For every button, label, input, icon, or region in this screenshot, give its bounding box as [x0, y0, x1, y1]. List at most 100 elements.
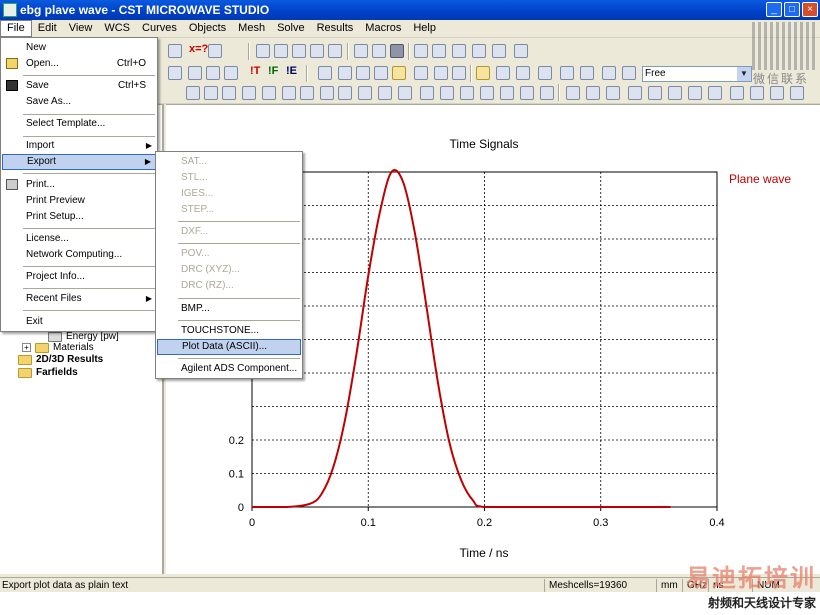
loft-icon[interactable]	[338, 86, 352, 100]
port-delete-icon[interactable]	[606, 86, 620, 100]
tree-item-2d3d-results[interactable]: 2D/3D Results	[18, 353, 103, 366]
menu-item-save[interactable]: Save Ctrl+S	[2, 78, 156, 94]
menu-item-export[interactable]: Export ▶	[2, 154, 156, 170]
pick-icon[interactable]	[168, 44, 182, 58]
curve-icon[interactable]	[354, 44, 368, 58]
menu-view[interactable]: View	[63, 20, 99, 37]
pick-point-icon[interactable]	[628, 86, 642, 100]
chamfer-icon[interactable]	[398, 86, 412, 100]
shell-icon[interactable]	[500, 86, 514, 100]
grid-icon[interactable]	[496, 66, 510, 80]
port-edit-icon[interactable]	[586, 86, 600, 100]
align-icon[interactable]	[452, 44, 466, 58]
pick-mid-icon[interactable]	[750, 86, 764, 100]
mode-select[interactable]: Free ▼	[642, 66, 752, 82]
face-icon[interactable]	[520, 86, 534, 100]
pick-center-icon[interactable]	[648, 86, 662, 100]
edge-icon[interactable]	[540, 86, 554, 100]
pick-list-icon[interactable]	[730, 86, 744, 100]
time-solver-button[interactable]: !T	[250, 65, 260, 77]
copy-icon[interactable]	[472, 44, 486, 58]
boolean-intersect-icon[interactable]	[460, 86, 474, 100]
pick-face-icon[interactable]	[688, 86, 702, 100]
export-item-plot-data-ascii[interactable]: Plot Data (ASCII)...	[157, 339, 301, 355]
glasses-icon[interactable]	[452, 66, 466, 80]
maximize-button[interactable]: □	[784, 2, 800, 17]
menu-item-import[interactable]: Import ▶	[2, 138, 156, 154]
pyramid-icon[interactable]	[262, 86, 276, 100]
boolean-add-icon[interactable]	[420, 86, 434, 100]
expand-icon[interactable]: +	[22, 343, 31, 352]
sweep-icon[interactable]	[168, 66, 182, 80]
paste-icon[interactable]	[492, 44, 506, 58]
title-bar[interactable]: ebg plave wave - CST MICROWAVE STUDIO _ …	[0, 0, 820, 20]
boolean-subtract-icon[interactable]	[440, 86, 454, 100]
pick-face-center-icon[interactable]	[790, 86, 804, 100]
monitor-icon[interactable]	[188, 66, 202, 80]
rectangle-icon[interactable]	[390, 44, 404, 58]
search-icon[interactable]	[434, 66, 448, 80]
circle-icon[interactable]	[292, 44, 306, 58]
calculator-button[interactable]: x=?	[189, 43, 208, 55]
minimize-button[interactable]: _	[766, 2, 782, 17]
eigenmode-solver-button[interactable]: !E	[286, 65, 297, 77]
menu-help[interactable]: Help	[407, 20, 442, 37]
menu-item-new[interactable]: New	[2, 40, 156, 56]
pick-circle-icon[interactable]	[770, 86, 784, 100]
menu-item-print[interactable]: Print...	[2, 177, 156, 193]
table-icon[interactable]	[224, 66, 238, 80]
torus-icon[interactable]	[282, 86, 296, 100]
menu-wcs[interactable]: WCS	[98, 20, 136, 37]
export-item-touchstone[interactable]: TOUCHSTONE...	[157, 323, 301, 339]
menu-item-print-setup[interactable]: Print Setup...	[2, 209, 156, 225]
frequency-solver-button[interactable]: !F	[268, 65, 278, 77]
menu-item-recent-files[interactable]: Recent Files ▶	[2, 291, 156, 307]
view-icon[interactable]	[538, 66, 552, 80]
transform-icon[interactable]	[318, 66, 332, 80]
cylinder-icon[interactable]	[222, 86, 236, 100]
arc-icon[interactable]	[328, 44, 342, 58]
zoom-icon[interactable]	[414, 66, 428, 80]
axes-icon[interactable]	[476, 66, 490, 80]
undo-icon[interactable]	[602, 66, 616, 80]
menu-item-save-as[interactable]: Save As...	[2, 94, 156, 110]
cut-plane-icon[interactable]	[560, 66, 574, 80]
export-item-bmp[interactable]: BMP...	[157, 301, 301, 317]
menu-item-license[interactable]: License...	[2, 231, 156, 247]
menu-item-open[interactable]: Open... Ctrl+O	[2, 56, 156, 72]
menu-objects[interactable]: Objects	[183, 20, 232, 37]
menu-macros[interactable]: Macros	[359, 20, 407, 37]
chevron-down-icon[interactable]: ▼	[737, 67, 751, 81]
menu-item-project-info[interactable]: Project Info...	[2, 269, 156, 285]
menu-results[interactable]: Results	[311, 20, 360, 37]
move-icon[interactable]	[356, 66, 370, 80]
export-item-agilent-ads[interactable]: Agilent ADS Component...	[157, 361, 301, 377]
measure-icon[interactable]	[208, 44, 222, 58]
anchor-icon[interactable]	[432, 44, 446, 58]
close-button[interactable]: ×	[802, 2, 818, 17]
blend-icon[interactable]	[378, 86, 392, 100]
bend-icon[interactable]	[358, 86, 372, 100]
hand-icon[interactable]	[414, 44, 428, 58]
menu-item-select-template[interactable]: Select Template...	[2, 116, 156, 132]
menu-item-print-preview[interactable]: Print Preview	[2, 193, 156, 209]
tree-item-farfields[interactable]: Farfields	[18, 366, 78, 379]
boolean-insert-icon[interactable]	[480, 86, 494, 100]
rotate-icon[interactable]	[338, 66, 352, 80]
zoom-box-icon[interactable]	[392, 66, 406, 80]
menu-file[interactable]: File	[0, 20, 32, 37]
pick-edge-icon[interactable]	[668, 86, 682, 100]
extrude-icon[interactable]	[300, 86, 314, 100]
mesh-icon[interactable]	[516, 66, 530, 80]
rotate-solid-icon[interactable]	[320, 86, 334, 100]
spline-icon[interactable]	[372, 44, 386, 58]
brick-icon[interactable]	[186, 86, 200, 100]
polyline-icon[interactable]	[274, 44, 288, 58]
bulb-icon[interactable]	[622, 66, 636, 80]
sphere-icon[interactable]	[204, 86, 218, 100]
menu-item-exit[interactable]: Exit	[2, 314, 156, 330]
menu-solve[interactable]: Solve	[271, 20, 311, 37]
stop-icon[interactable]	[514, 44, 528, 58]
menu-edit[interactable]: Edit	[32, 20, 63, 37]
menu-item-network-computing[interactable]: Network Computing...	[2, 247, 156, 263]
